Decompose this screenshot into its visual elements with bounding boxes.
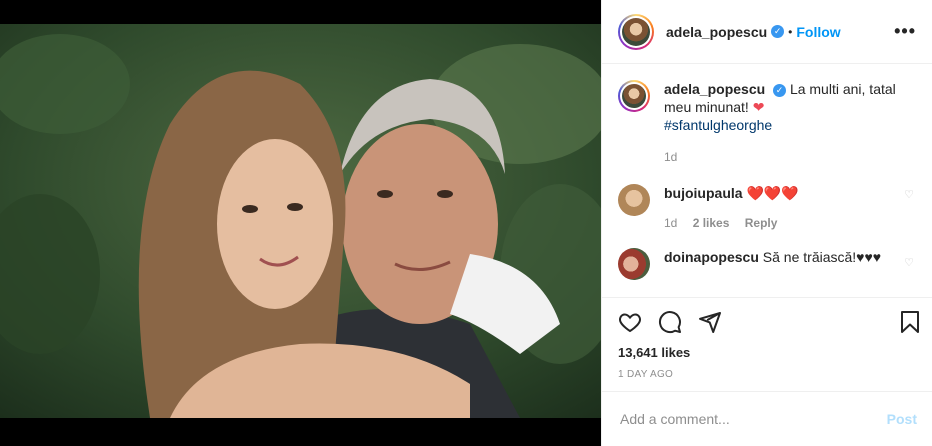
verified-badge-icon: ✓: [773, 83, 787, 97]
comment-like-heart-icon[interactable]: ♡: [904, 188, 914, 201]
list-item: bujoiupaula ❤️❤️❤️ 1d 2 likes Reply ♡: [618, 184, 916, 232]
post-comment-button[interactable]: Post: [887, 411, 917, 427]
post-photo[interactable]: [0, 24, 601, 418]
comment-username[interactable]: bujoiupaula: [664, 185, 743, 201]
separator-dot: •: [788, 24, 793, 39]
comment-text: ❤️❤️❤️: [746, 185, 799, 201]
caption: adela_popescu ✓ La multi ani, tatal meu …: [618, 80, 916, 166]
heart-icon[interactable]: [618, 310, 642, 334]
post-header: adela_popescu ✓ • Follow •••: [602, 0, 932, 64]
comments-list[interactable]: adela_popescu ✓ La multi ani, tatal meu …: [602, 64, 932, 296]
comment-username[interactable]: doinapopescu: [664, 249, 759, 265]
comment-like-heart-icon[interactable]: ♡: [904, 256, 914, 269]
bookmark-icon[interactable]: [898, 310, 922, 334]
avatar[interactable]: [618, 248, 650, 280]
caption-avatar[interactable]: [618, 80, 650, 112]
verified-badge-icon: ✓: [771, 25, 785, 38]
paper-plane-icon[interactable]: [698, 310, 722, 334]
comment-likes[interactable]: 2 likes: [693, 216, 730, 230]
reply-button[interactable]: Reply: [745, 216, 778, 230]
comment-icon[interactable]: [658, 310, 682, 334]
post-date[interactable]: 1 DAY AGO: [618, 369, 673, 380]
list-item: doinapopescu Să ne trăiască!♥♥♥ ♡: [618, 248, 916, 280]
red-heart-emoji-icon: ❤: [752, 99, 765, 115]
post-side-panel: adela_popescu ✓ • Follow ••• adela_popes…: [601, 0, 932, 446]
post-media[interactable]: [0, 0, 601, 446]
hashtag-link[interactable]: #sfantulgheorghe: [664, 117, 772, 133]
avatar[interactable]: [618, 184, 650, 216]
comment-text: Să ne trăiască!♥♥♥: [762, 249, 882, 265]
username-link[interactable]: adela_popescu: [666, 24, 767, 40]
comment-composer: Post: [602, 391, 932, 446]
action-bar: [602, 297, 932, 337]
comment-age: 1d: [664, 216, 678, 230]
avatar[interactable]: [618, 13, 654, 50]
add-comment-input[interactable]: [618, 410, 887, 428]
post-modal: adela_popescu ✓ • Follow ••• adela_popes…: [0, 0, 932, 446]
more-options-icon[interactable]: •••: [894, 21, 916, 42]
comment-meta: 1d 2 likes Reply: [664, 214, 916, 232]
caption-age: 1d: [664, 150, 678, 164]
caption-username[interactable]: adela_popescu: [664, 81, 765, 97]
caption-meta: 1d: [664, 148, 916, 166]
likes-count[interactable]: 13,641 likes: [618, 345, 690, 360]
follow-button[interactable]: Follow: [796, 24, 840, 40]
